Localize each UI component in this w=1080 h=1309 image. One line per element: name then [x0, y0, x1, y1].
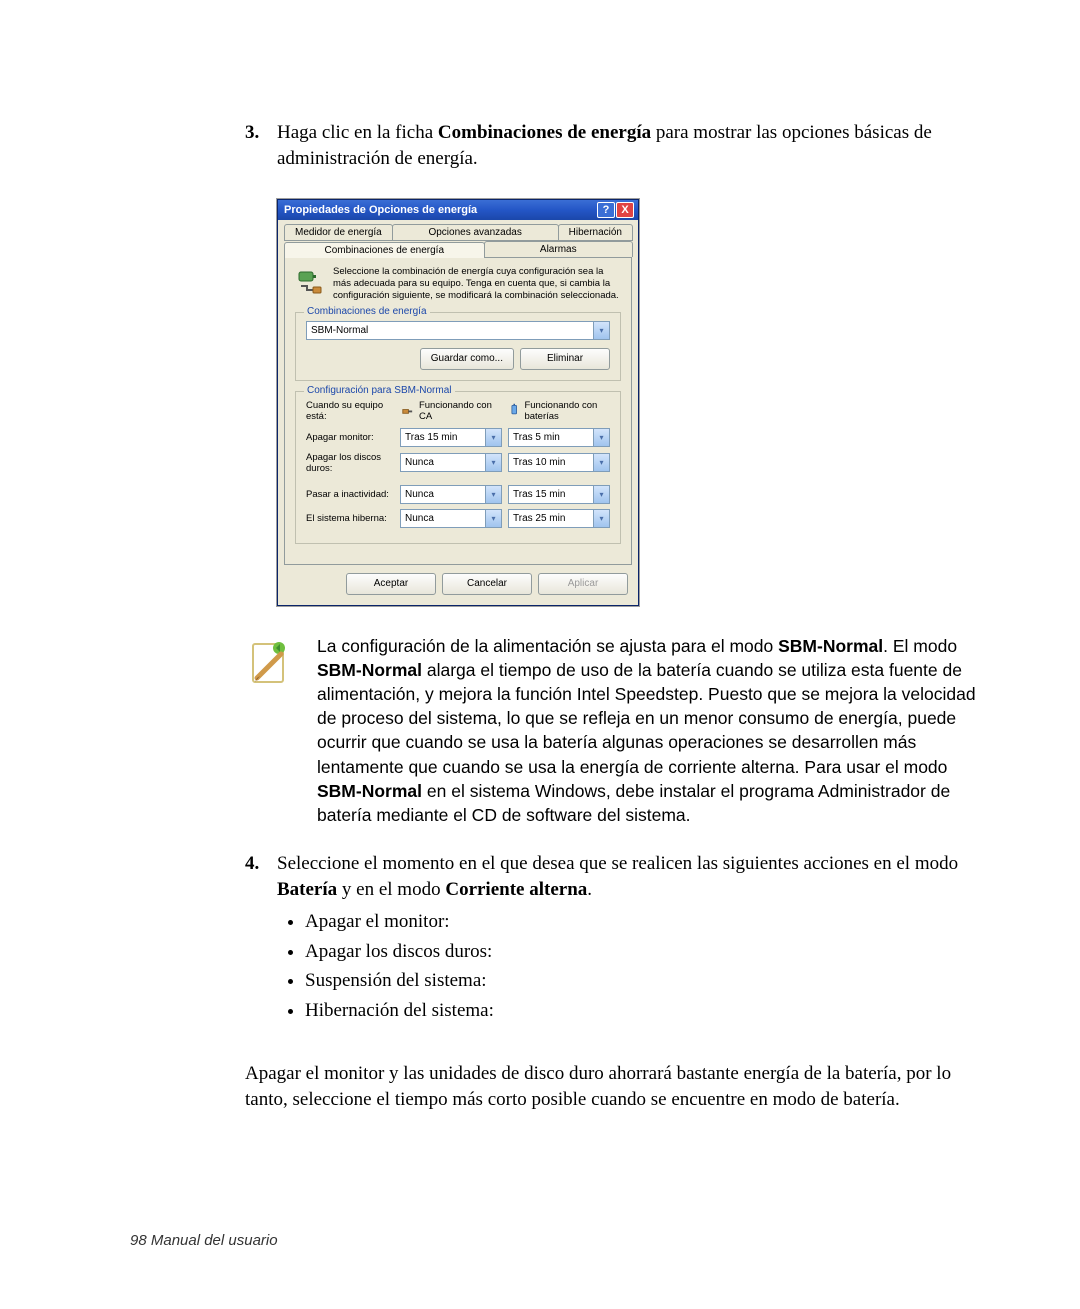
power-scheme-combo[interactable]: SBM-Normal ▾	[306, 321, 610, 340]
row-monitor: Apagar monitor: Tras 15 min▾ Tras 5 min▾	[306, 428, 610, 447]
step-3-pre: Haga clic en la ficha	[277, 122, 438, 143]
row-hibernate: El sistema hiberna: Nunca▾ Tras 25 min▾	[306, 509, 610, 528]
row-standby: Pasar a inactividad: Nunca▾ Tras 15 min▾	[306, 485, 610, 504]
row-disks-label: Apagar los discos duros:	[306, 452, 394, 474]
dialog-footer: Aceptar Cancelar Aplicar	[278, 565, 638, 605]
page-footer: 98 Manual del usuario	[130, 1232, 278, 1249]
plug-icon	[400, 403, 415, 419]
page-number: 98	[130, 1232, 147, 1249]
tab-hibernate[interactable]: Hibernación	[558, 224, 633, 241]
dialog-titlebar[interactable]: Propiedades de Opciones de energía ? X	[278, 200, 638, 220]
footer-text: Manual del usuario	[147, 1232, 278, 1249]
battery-icon	[508, 403, 520, 419]
bullet-disks: Apagar los discos duros:	[305, 938, 985, 966]
step-4-number: 4.	[245, 851, 277, 902]
bullet-monitor: Apagar el monitor:	[305, 908, 985, 936]
scheme-description: Seleccione la combinación de energía cuy…	[333, 266, 621, 302]
power-scheme-value: SBM-Normal	[311, 325, 368, 336]
tab-power-meter[interactable]: Medidor de energía	[284, 224, 393, 241]
chevron-down-icon: ▾	[485, 429, 501, 446]
standby-dc-select[interactable]: Tras 15 min▾	[508, 485, 610, 504]
bullet-suspend: Suspensión del sistema:	[305, 967, 985, 995]
help-icon[interactable]: ?	[597, 202, 615, 218]
row-hibernate-label: El sistema hiberna:	[306, 513, 394, 524]
ac-header: Funcionando con CA	[419, 400, 502, 422]
power-options-dialog: Propiedades de Opciones de energía ? X M…	[277, 199, 639, 606]
group-scheme-settings: Configuración para SBM-Normal Cuando su …	[295, 391, 621, 544]
close-icon[interactable]: X	[616, 202, 634, 218]
tab-alarms[interactable]: Alarmas	[484, 241, 634, 257]
row-disks: Apagar los discos duros: Nunca▾ Tras 10 …	[306, 452, 610, 474]
step-3-number: 3.	[245, 120, 277, 171]
chevron-down-icon: ▾	[593, 486, 609, 503]
row-standby-label: Pasar a inactividad:	[306, 489, 394, 500]
group-legend-settings: Configuración para SBM-Normal	[304, 385, 455, 396]
tab-power-schemes[interactable]: Combinaciones de energía	[284, 242, 485, 258]
chevron-down-icon: ▾	[485, 510, 501, 527]
step-3-text: Haga clic en la ficha Combinaciones de e…	[277, 120, 985, 171]
tab-strip: Medidor de energía Opciones avanzadas Hi…	[278, 220, 638, 257]
chevron-down-icon: ▾	[593, 510, 609, 527]
when-label: Cuando su equipo está:	[306, 400, 394, 422]
group-power-schemes: Combinaciones de energía SBM-Normal ▾ Gu…	[295, 312, 621, 381]
standby-ac-select[interactable]: Nunca▾	[400, 485, 502, 504]
save-as-button[interactable]: Guardar como...	[420, 348, 514, 370]
chevron-down-icon: ▾	[593, 322, 609, 339]
battery-plug-icon	[295, 266, 325, 296]
delete-button[interactable]: Eliminar	[520, 348, 610, 370]
dc-header: Funcionando con baterías	[524, 400, 610, 422]
monitor-dc-select[interactable]: Tras 5 min▾	[508, 428, 610, 447]
chevron-down-icon: ▾	[593, 454, 609, 471]
step-4: 4. Seleccione el momento en el que desea…	[245, 851, 985, 902]
step-3: 3. Haga clic en la ficha Combinaciones d…	[245, 120, 985, 171]
tab-page: Seleccione la combinación de energía cuy…	[284, 257, 632, 565]
note-text: La configuración de la alimentación se a…	[317, 634, 985, 827]
apply-button[interactable]: Aplicar	[538, 573, 628, 595]
dialog-title: Propiedades de Opciones de energía	[284, 204, 596, 216]
ok-button[interactable]: Aceptar	[346, 573, 436, 595]
bullet-list: Apagar el monitor: Apagar los discos dur…	[285, 908, 985, 1024]
chevron-down-icon: ▾	[593, 429, 609, 446]
step-3-bold: Combinaciones de energía	[438, 122, 651, 143]
hibernate-dc-select[interactable]: Tras 25 min▾	[508, 509, 610, 528]
note-block: La configuración de la alimentación se a…	[245, 634, 985, 827]
cancel-button[interactable]: Cancelar	[442, 573, 532, 595]
chevron-down-icon: ▾	[485, 454, 501, 471]
group-legend-schemes: Combinaciones de energía	[304, 306, 430, 317]
row-monitor-label: Apagar monitor:	[306, 432, 394, 443]
hibernate-ac-select[interactable]: Nunca▾	[400, 509, 502, 528]
step-4-text: Seleccione el momento en el que desea qu…	[277, 851, 985, 902]
chevron-down-icon: ▾	[485, 486, 501, 503]
closing-paragraph: Apagar el monitor y las unidades de disc…	[245, 1061, 985, 1113]
note-icon	[245, 638, 293, 827]
bullet-hibernate: Hibernación del sistema:	[305, 997, 985, 1025]
disks-ac-select[interactable]: Nunca▾	[400, 453, 502, 472]
monitor-ac-select[interactable]: Tras 15 min▾	[400, 428, 502, 447]
disks-dc-select[interactable]: Tras 10 min▾	[508, 453, 610, 472]
tab-advanced[interactable]: Opciones avanzadas	[392, 224, 559, 241]
